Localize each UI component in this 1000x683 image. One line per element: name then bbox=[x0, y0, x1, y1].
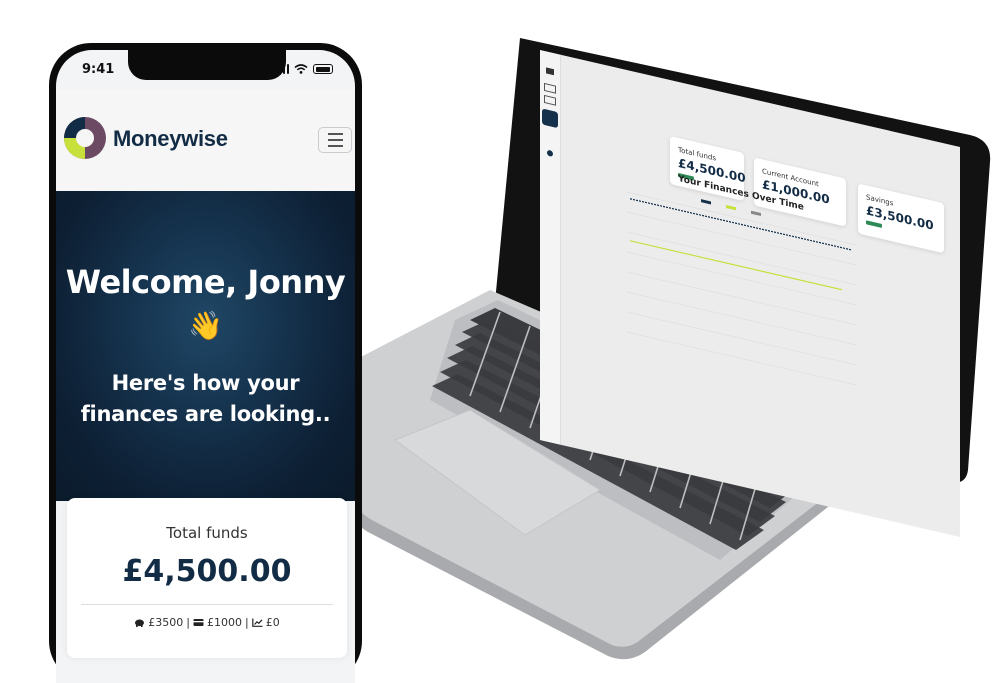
moneywise-logo bbox=[64, 117, 106, 159]
home-icon[interactable] bbox=[546, 67, 554, 76]
piggy-bank-icon bbox=[135, 619, 145, 627]
phone-mockup: 9:41 Moneywise Welcome, Jonny 👋 Here's h… bbox=[49, 43, 362, 683]
investments-amount: £0 bbox=[265, 616, 280, 629]
legend-swatch-green bbox=[726, 204, 736, 211]
current-account-amount: £1000 bbox=[207, 616, 242, 629]
welcome-subheading: Here's how your finances are looking.. bbox=[80, 371, 331, 426]
separator: | bbox=[245, 616, 249, 629]
chart-icon[interactable] bbox=[544, 94, 556, 106]
phone-notch bbox=[128, 50, 286, 80]
hamburger-icon[interactable] bbox=[318, 127, 352, 153]
chart-line-icon bbox=[251, 618, 263, 627]
status-badge bbox=[866, 220, 882, 228]
card-divider bbox=[81, 604, 333, 605]
battery-icon bbox=[313, 64, 333, 74]
laptop-sidebar bbox=[540, 50, 561, 445]
total-funds-label: Total funds bbox=[166, 524, 248, 542]
card-value: £3,500.00 bbox=[866, 203, 934, 233]
savings-icon[interactable] bbox=[542, 108, 558, 129]
welcome-heading: Welcome, Jonny bbox=[65, 263, 346, 301]
total-funds-amount: £4,500.00 bbox=[122, 554, 292, 589]
legend-swatch-grey bbox=[751, 210, 761, 217]
navbar: Moneywise bbox=[56, 90, 355, 191]
wallet-icon[interactable] bbox=[544, 82, 556, 94]
total-funds-card: Total funds £4,500.00 £3500 | £1000 | £0 bbox=[67, 498, 347, 658]
brand-name[interactable]: Moneywise bbox=[113, 126, 228, 152]
credit-card-icon bbox=[193, 619, 204, 626]
wifi-icon bbox=[294, 64, 308, 74]
laptop-card-savings: Savings £3,500.00 bbox=[858, 183, 944, 254]
status-time: 9:41 bbox=[82, 62, 115, 77]
info-icon[interactable] bbox=[547, 149, 553, 158]
savings-amount: £3500 bbox=[148, 616, 184, 629]
legend-swatch-dark bbox=[701, 199, 711, 205]
series-line-green bbox=[630, 240, 842, 291]
phone-screen: 9:41 Moneywise Welcome, Jonny 👋 Here's h… bbox=[56, 50, 355, 683]
separator: | bbox=[186, 616, 190, 629]
funds-breakdown: £3500 | £1000 | £0 bbox=[67, 616, 347, 629]
welcome-hero: Welcome, Jonny 👋 Here's how your finance… bbox=[56, 191, 355, 501]
waving-hand-icon: 👋 bbox=[188, 309, 223, 342]
